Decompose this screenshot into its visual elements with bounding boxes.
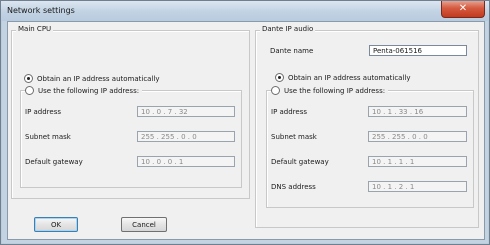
dante-subnet-field[interactable]: 255 . 255 . 0 . 0 xyxy=(368,131,467,142)
dante-gateway-label: Default gateway xyxy=(271,158,329,166)
dante-name-field[interactable]: Penta-061516 xyxy=(369,45,467,56)
radio-unchecked-icon xyxy=(271,86,280,95)
dante-name-label: Dante name xyxy=(270,47,314,55)
radio-checked-icon xyxy=(275,73,284,82)
dante-obtain-auto-radio[interactable]: Obtain an IP address automatically xyxy=(275,73,414,82)
dialog-body: Main CPU Obtain an IP address automatica… xyxy=(7,21,485,240)
main-use-following-radio[interactable]: Use the following IP address: xyxy=(25,86,143,95)
main-obtain-auto-radio[interactable]: Obtain an IP address automatically xyxy=(24,74,163,83)
dante-use-following-label: Use the following IP address: xyxy=(284,86,386,95)
radio-checked-icon xyxy=(24,74,33,83)
radio-unchecked-icon xyxy=(25,86,34,95)
main-subnet-label: Subnet mask xyxy=(25,133,71,141)
dante-group: Dante IP audio Dante name Penta-061516 O… xyxy=(255,25,479,228)
dante-dns-label: DNS address xyxy=(271,183,316,191)
ok-button[interactable]: OK xyxy=(34,217,78,232)
dante-ip-label: IP address xyxy=(271,108,308,116)
close-button[interactable]: ✕ xyxy=(441,1,485,18)
main-subnet-field[interactable]: 255 . 255 . 0 . 0 xyxy=(137,131,235,142)
main-cpu-group-title: Main CPU xyxy=(16,25,54,33)
dante-dns-field[interactable]: 10 . 1 . 2 . 1 xyxy=(368,181,467,192)
main-ip-field[interactable]: 10 . 0 . 7 . 32 xyxy=(137,106,235,117)
main-obtain-auto-label: Obtain an IP address automatically xyxy=(37,74,160,83)
dante-ip-field[interactable]: 10 . 1 . 33 . 16 xyxy=(368,106,467,117)
dante-group-title: Dante IP audio xyxy=(260,25,316,33)
main-use-following-label: Use the following IP address: xyxy=(38,86,140,95)
close-icon: ✕ xyxy=(458,3,468,14)
cancel-button[interactable]: Cancel xyxy=(121,217,167,232)
dante-subnet-label: Subnet mask xyxy=(271,133,317,141)
dante-use-following-radio[interactable]: Use the following IP address: xyxy=(271,86,389,95)
dante-gateway-field[interactable]: 10 . 1 . 1 . 1 xyxy=(368,156,467,167)
main-cpu-group: Main CPU Obtain an IP address automatica… xyxy=(11,25,250,199)
window-title: Network settings xyxy=(7,6,75,15)
dante-obtain-auto-label: Obtain an IP address automatically xyxy=(288,73,411,82)
main-static-ip-group: Use the following IP address: IP address… xyxy=(20,86,242,188)
dante-static-ip-group: Use the following IP address: IP address… xyxy=(266,86,474,208)
main-gateway-label: Default gateway xyxy=(25,158,83,166)
title-bar[interactable]: Network settings ✕ xyxy=(1,1,489,21)
network-settings-window: Network settings ✕ Main CPU Obtain an IP… xyxy=(0,0,490,245)
main-gateway-field[interactable]: 10 . 0 . 0 . 1 xyxy=(137,156,235,167)
main-ip-label: IP address xyxy=(25,108,62,116)
